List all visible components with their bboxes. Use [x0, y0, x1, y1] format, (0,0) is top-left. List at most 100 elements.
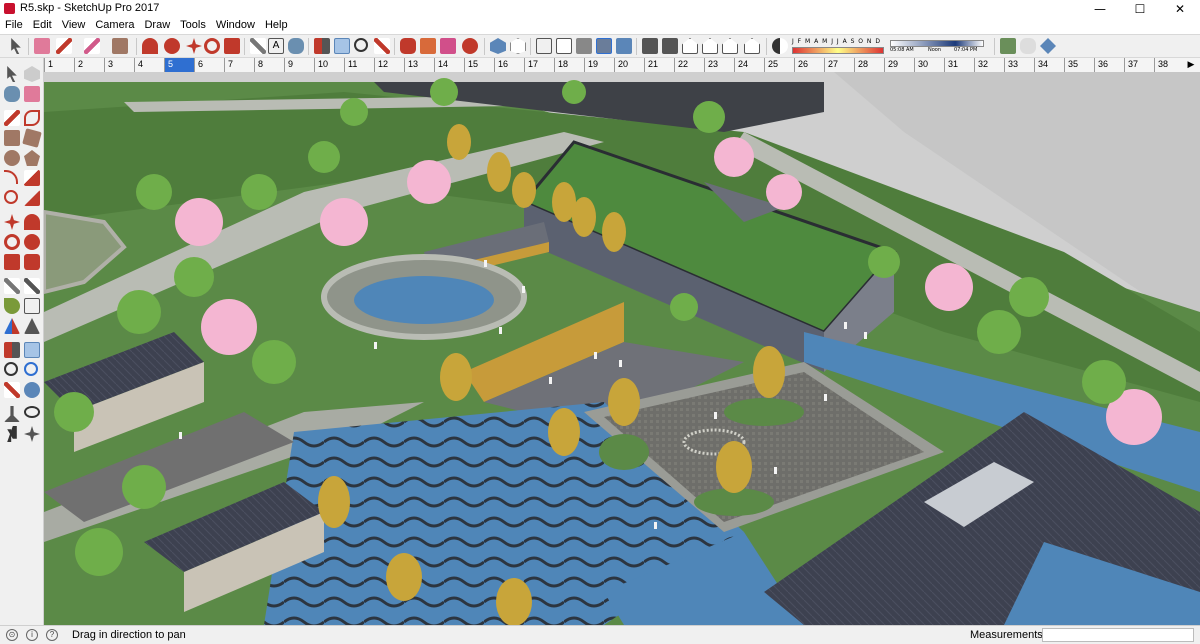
iso-view-icon[interactable] [642, 38, 658, 54]
shadows-toggle-icon[interactable] [772, 38, 788, 54]
three-point-arc-icon[interactable] [4, 190, 18, 204]
text-tool-icon[interactable]: A [268, 38, 284, 54]
rotated-rectangle-icon[interactable] [22, 128, 42, 148]
two-point-arc-icon[interactable] [24, 170, 40, 186]
line-tool-icon[interactable] [56, 38, 72, 54]
shaded-icon[interactable] [576, 38, 592, 54]
pie-icon[interactable] [24, 190, 40, 206]
scene-tab-38[interactable]: 38 [1154, 58, 1184, 72]
scene-tab-17[interactable]: 17 [524, 58, 554, 72]
scene-tab-28[interactable]: 28 [854, 58, 884, 72]
scene-tab-34[interactable]: 34 [1034, 58, 1064, 72]
monochrome-icon[interactable] [616, 38, 632, 54]
zoom-window-icon[interactable] [24, 362, 38, 376]
scene-tab-35[interactable]: 35 [1064, 58, 1094, 72]
scene-tab-6[interactable]: 6 [194, 58, 224, 72]
wireframe-icon[interactable] [536, 38, 552, 54]
zoom-extents-icon[interactable] [374, 38, 390, 54]
measurements-input[interactable] [1042, 628, 1194, 642]
walk-icon[interactable] [7, 426, 17, 442]
scene-tab-22[interactable]: 22 [674, 58, 704, 72]
pan-tool-icon[interactable] [334, 38, 350, 54]
menu-window[interactable]: Window [211, 18, 260, 31]
back-view-icon[interactable] [722, 38, 738, 54]
scene-tab-31[interactable]: 31 [944, 58, 974, 72]
scene-tab-12[interactable]: 12 [374, 58, 404, 72]
shaded-textures-icon[interactable] [596, 38, 612, 54]
scene-tab-10[interactable]: 10 [314, 58, 344, 72]
follow-me-tool-icon[interactable] [24, 234, 40, 250]
menu-help[interactable]: Help [260, 18, 293, 31]
scroll-right-icon[interactable]: ▶ [1184, 58, 1198, 72]
follow-me-icon[interactable] [164, 38, 180, 54]
scene-tab-30[interactable]: 30 [914, 58, 944, 72]
back-edges-icon[interactable] [510, 38, 526, 54]
section-icon[interactable] [24, 426, 40, 442]
scene-tab-20[interactable]: 20 [614, 58, 644, 72]
scene-tab-5[interactable]: 5 [164, 58, 194, 72]
scale-tool-icon[interactable] [224, 38, 240, 54]
scene-tab-18[interactable]: 18 [554, 58, 584, 72]
scene-tab-8[interactable]: 8 [254, 58, 284, 72]
geo-location-icon[interactable] [1040, 38, 1056, 54]
make-component-icon[interactable] [24, 66, 40, 82]
line-icon[interactable] [4, 110, 20, 126]
scale-icon[interactable] [4, 254, 20, 270]
push-pull-tool-icon[interactable] [24, 214, 40, 230]
model-viewport[interactable] [44, 72, 1200, 625]
3d-text-icon[interactable] [24, 318, 40, 334]
position-camera-icon[interactable] [4, 406, 20, 422]
model-scene[interactable] [44, 72, 1200, 625]
select-tool-icon[interactable] [11, 38, 21, 54]
hidden-line-icon[interactable] [556, 38, 572, 54]
components-icon[interactable] [420, 38, 436, 54]
look-around-icon[interactable] [24, 406, 40, 418]
zoom-extents-tool-icon[interactable] [4, 382, 20, 398]
minimize-button[interactable]: — [1080, 0, 1120, 18]
fog-icon[interactable] [1000, 38, 1016, 54]
zoom-tool-icon[interactable] [4, 362, 18, 376]
scene-tab-21[interactable]: 21 [644, 58, 674, 72]
rotate-icon[interactable] [4, 234, 20, 250]
rectangle-icon[interactable] [4, 130, 20, 146]
polygon-icon[interactable] [24, 150, 40, 166]
scene-tab-9[interactable]: 9 [284, 58, 314, 72]
scene-tab-37[interactable]: 37 [1124, 58, 1154, 72]
scene-tab-11[interactable]: 11 [344, 58, 374, 72]
menu-view[interactable]: View [57, 18, 91, 31]
zoom-icon[interactable] [354, 38, 368, 52]
menu-tools[interactable]: Tools [175, 18, 211, 31]
scene-tab-3[interactable]: 3 [104, 58, 134, 72]
section-plane-icon[interactable] [1020, 38, 1036, 54]
menu-camera[interactable]: Camera [90, 18, 139, 31]
warehouse-icon[interactable] [400, 38, 416, 54]
eraser-tool-icon[interactable] [24, 86, 40, 102]
pan-icon[interactable] [24, 342, 40, 358]
scene-tab-26[interactable]: 26 [794, 58, 824, 72]
scene-tab-33[interactable]: 33 [1004, 58, 1034, 72]
freehand-icon[interactable] [24, 110, 40, 126]
ruby-console-icon[interactable] [462, 38, 478, 54]
scene-tab-4[interactable]: 4 [134, 58, 164, 72]
scene-tab-29[interactable]: 29 [884, 58, 914, 72]
dimension-icon[interactable] [24, 278, 40, 294]
scene-tab-14[interactable]: 14 [434, 58, 464, 72]
rectangle-tool-icon[interactable] [112, 38, 128, 54]
orbit-tool-icon[interactable] [4, 342, 20, 358]
maximize-button[interactable]: ☐ [1120, 0, 1160, 18]
left-view-icon[interactable] [744, 38, 760, 54]
extension-warehouse-icon[interactable] [440, 38, 456, 54]
circle-icon[interactable] [4, 150, 20, 166]
scene-tab-25[interactable]: 25 [764, 58, 794, 72]
menu-file[interactable]: File [0, 18, 28, 31]
arc-icon[interactable] [4, 170, 18, 184]
move-icon[interactable] [4, 214, 20, 230]
paint-icon[interactable] [4, 86, 20, 102]
select-icon[interactable] [7, 66, 17, 82]
close-button[interactable]: ✕ [1160, 0, 1200, 18]
previous-view-icon[interactable] [24, 382, 40, 398]
scene-tab-15[interactable]: 15 [464, 58, 494, 72]
top-view-icon[interactable] [662, 38, 678, 54]
text-icon[interactable] [24, 298, 40, 314]
offset-icon[interactable] [24, 254, 40, 270]
